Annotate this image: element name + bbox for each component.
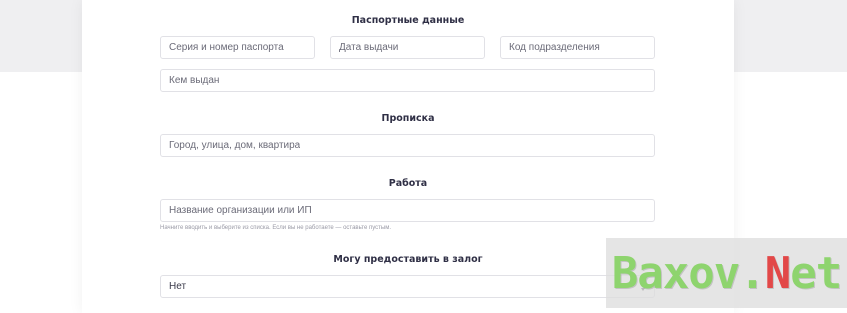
section-title-passport: Паспортные данные xyxy=(351,15,465,26)
organization-field[interactable]: Название организации или ИП xyxy=(160,199,655,222)
division-code-placeholder: Код подразделения xyxy=(509,42,600,53)
collateral-selected-value: Нет xyxy=(169,281,187,292)
passport-series-placeholder: Серия и номер паспорта xyxy=(169,42,284,53)
watermark: Baxov.Net xyxy=(606,238,847,308)
division-code-field[interactable]: Код подразделения xyxy=(500,36,655,59)
issue-date-placeholder: Дата выдачи xyxy=(339,42,399,53)
passport-series-field[interactable]: Серия и номер паспорта xyxy=(160,36,315,59)
address-field[interactable]: Город, улица, дом, квартира xyxy=(160,134,655,157)
issued-by-placeholder: Кем выдан xyxy=(169,75,220,86)
section-title-registration: Прописка xyxy=(381,113,435,124)
organization-hint: Начните вводить и выберите из списка. Ес… xyxy=(160,225,391,231)
watermark-logo: Baxov.Net xyxy=(611,247,842,299)
organization-placeholder: Название организации или ИП xyxy=(169,205,312,216)
address-placeholder: Город, улица, дом, квартира xyxy=(169,140,301,151)
section-title-work: Работа xyxy=(388,178,428,189)
collateral-select[interactable]: Нет xyxy=(160,275,655,298)
issue-date-field[interactable]: Дата выдачи xyxy=(330,36,485,59)
issued-by-field[interactable]: Кем выдан xyxy=(160,69,655,92)
